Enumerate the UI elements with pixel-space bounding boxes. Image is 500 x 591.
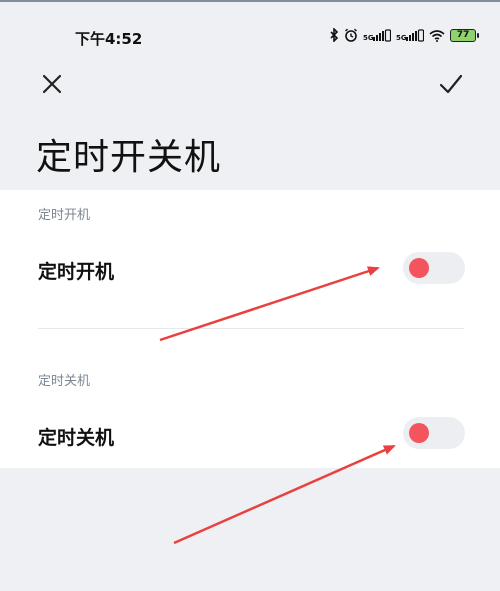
check-icon xyxy=(439,74,463,94)
svg-text:5G: 5G xyxy=(363,34,374,42)
toggle-knob xyxy=(409,423,429,443)
page-title: 定时开关机 xyxy=(36,137,222,178)
close-button[interactable] xyxy=(36,68,68,100)
status-bar: 下午4:52 5G 5G 77 xyxy=(0,22,500,52)
signal-icon: 5G xyxy=(363,28,391,42)
alarm-icon xyxy=(345,28,357,42)
section-header-power-off: 定时关机 xyxy=(38,374,91,389)
top-border xyxy=(0,0,500,2)
battery-icon: 77 xyxy=(450,28,479,42)
power-off-toggle[interactable] xyxy=(403,417,465,449)
power-off-label: 定时关机 xyxy=(38,427,115,449)
power-on-toggle[interactable] xyxy=(403,252,465,284)
svg-text:5G: 5G xyxy=(396,34,407,42)
power-on-label: 定时开机 xyxy=(38,261,115,283)
signal-icon: 5G xyxy=(396,28,424,42)
wifi-icon xyxy=(429,29,445,42)
close-icon xyxy=(42,74,62,94)
status-time: 下午4:52 xyxy=(75,30,143,48)
settings-card: 定时开机 定时开机 定时关机 定时关机 xyxy=(0,190,500,468)
status-icons: 5G 5G 77 xyxy=(329,28,479,42)
confirm-button[interactable] xyxy=(434,68,468,100)
divider xyxy=(38,328,464,329)
section-header-power-on: 定时开机 xyxy=(38,208,91,223)
bluetooth-icon xyxy=(330,28,339,42)
toggle-knob xyxy=(409,258,429,278)
